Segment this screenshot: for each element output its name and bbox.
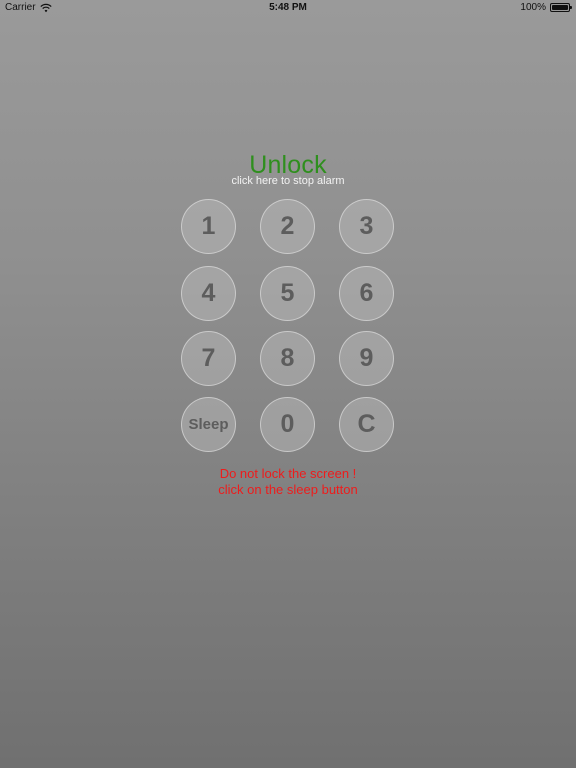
battery-icon [550,3,572,12]
key-3[interactable]: 3 [339,199,394,254]
clear-button[interactable]: C [339,397,394,452]
key-7[interactable]: 7 [181,331,236,386]
key-1[interactable]: 1 [181,199,236,254]
warning-line-1: Do not lock the screen ! [219,466,357,481]
status-bar: Carrier 5:48 PM 100% [0,0,576,16]
battery-percent: 100% [520,2,546,13]
status-time: 5:48 PM [269,2,307,13]
key-8[interactable]: 8 [260,331,315,386]
stop-alarm-link[interactable]: click here to stop alarm [0,175,576,187]
warning-line-2: click on the sleep button [218,482,358,497]
key-9[interactable]: 9 [339,331,394,386]
key-5[interactable]: 5 [260,266,315,321]
key-6[interactable]: 6 [339,266,394,321]
key-2[interactable]: 2 [260,199,315,254]
key-0[interactable]: 0 [260,397,315,452]
warning-message: Do not lock the screen ! click on the sl… [0,466,576,498]
status-right: 100% [520,2,572,13]
keypad: 1 2 3 4 5 6 7 8 9 Sleep 0 C [181,199,395,452]
sleep-button[interactable]: Sleep [181,397,236,452]
key-4[interactable]: 4 [181,266,236,321]
